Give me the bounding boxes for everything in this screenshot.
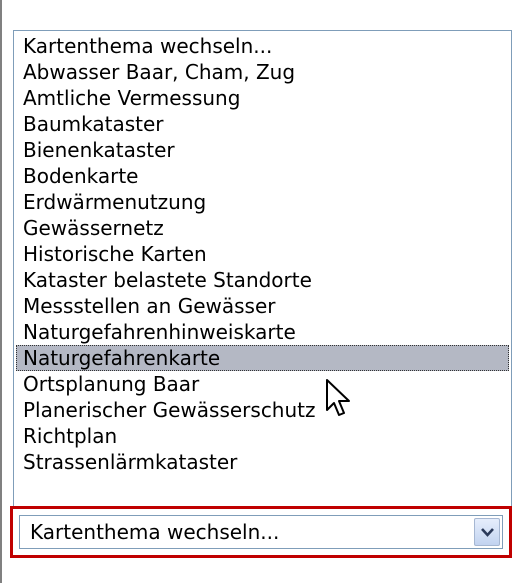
list-item[interactable]: Richtplan [16, 423, 509, 449]
dropdown-button[interactable] [474, 518, 500, 546]
clipped-edge-content [517, 560, 528, 570]
theme-dropdown[interactable]: Kartenthema wechseln... [19, 515, 503, 549]
mouse-pointer-icon [326, 379, 350, 416]
list-item[interactable]: Amtliche Vermessung [16, 85, 509, 111]
list-item[interactable]: Bienenkataster [16, 137, 509, 163]
left-divider [0, 0, 2, 583]
list-item[interactable]: Planerischer Gewässerschutz [16, 397, 509, 423]
list-item[interactable]: Gewässernetz [16, 215, 509, 241]
list-item[interactable]: Kartenthema wechseln... [16, 33, 509, 59]
list-item[interactable]: Kataster belastete Standorte [16, 267, 509, 293]
list-item-selected[interactable]: Naturgefahrenkarte [16, 345, 509, 371]
list-item[interactable]: Naturgefahrenhinweiskarte [16, 319, 509, 345]
list-item[interactable]: Historische Karten [16, 241, 509, 267]
list-item[interactable]: Messstellen an Gewässer [16, 293, 509, 319]
list-item[interactable]: Ortsplanung Baar [16, 371, 509, 397]
list-item[interactable]: Strassenlärmkataster [16, 449, 509, 475]
chevron-down-icon [481, 528, 494, 537]
list-item[interactable]: Erdwärmenutzung [16, 189, 509, 215]
list-item[interactable]: Baumkataster [16, 111, 509, 137]
dropdown-value: Kartenthema wechseln... [30, 520, 280, 544]
dropdown-focus-frame: Kartenthema wechseln... [10, 506, 512, 558]
list-item[interactable]: Bodenkarte [16, 163, 509, 189]
theme-listbox[interactable]: Kartenthema wechseln... Abwasser Baar, C… [13, 30, 512, 508]
list-item[interactable]: Abwasser Baar, Cham, Zug [16, 59, 509, 85]
